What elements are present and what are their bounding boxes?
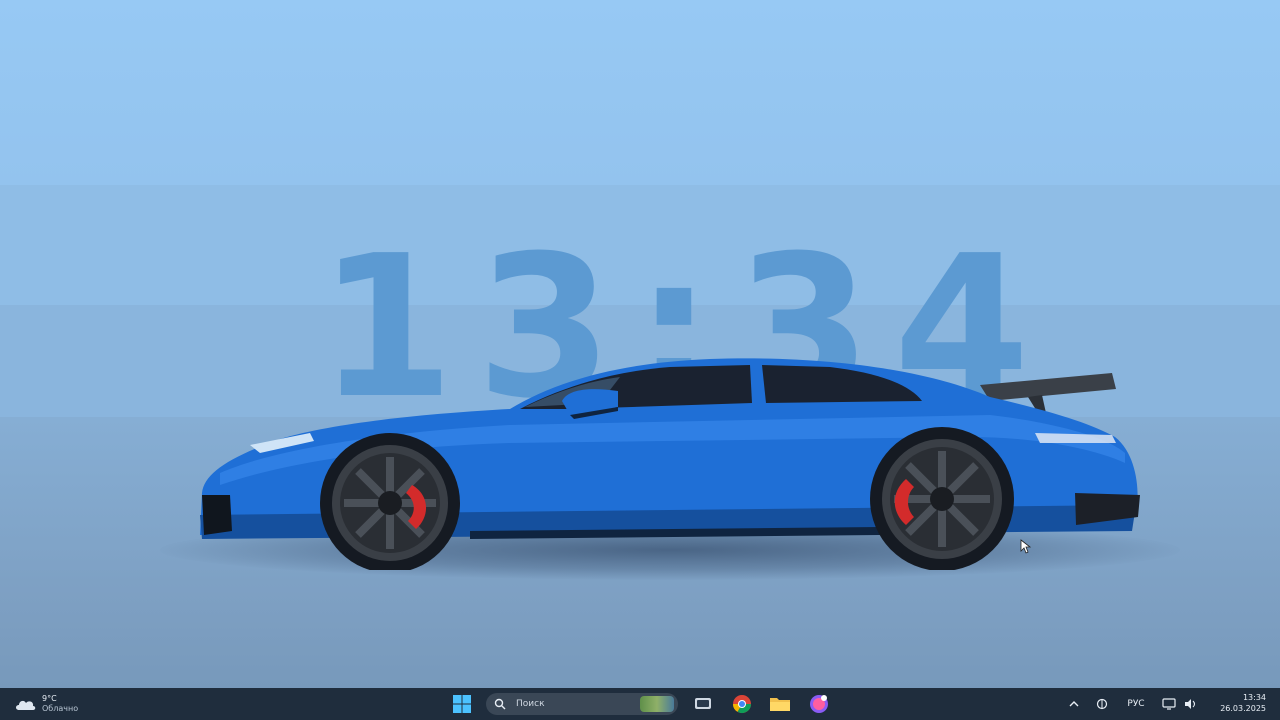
start-button[interactable] [451,693,473,715]
messenger-button[interactable] [807,693,831,715]
windows-logo-icon [453,695,471,713]
taskbar-search-box[interactable]: Поиск [486,693,678,715]
mouse-cursor-icon [1020,539,1032,554]
sports-car-image [200,358,1140,570]
folder-icon [770,698,790,711]
file-explorer-button[interactable] [768,693,792,715]
chevron-up-icon [1069,701,1079,707]
chrome-icon [733,695,751,714]
search-icon [494,697,508,711]
task-view-icon [695,698,711,709]
display-button[interactable] [1160,696,1178,712]
taskbar-clock[interactable]: 13:34 26.03.2025 [1206,692,1266,714]
volume-icon [1185,699,1196,709]
display-icon [1162,698,1176,710]
search-highlight-image [640,696,674,712]
weather-condition: Облачно [42,704,79,713]
wallpaper-sky-band [0,0,1280,185]
task-view-button[interactable] [691,693,715,715]
network-button[interactable] [1094,696,1110,712]
network-icon [1096,698,1108,710]
weather-widget[interactable]: 9°C Облачно [14,692,78,716]
language-indicator[interactable]: РУС [1122,696,1150,712]
taskbar: 9°C Облачно Поиск РУС 13:34 26.03.2025 [0,688,1280,720]
messenger-icon [810,695,828,713]
tray-overflow-button[interactable] [1066,696,1082,712]
weather-temperature: 9°C [42,694,57,703]
volume-button[interactable] [1182,696,1200,712]
search-placeholder: Поиск [516,699,545,709]
cloud-icon [16,700,36,710]
clock-date: 26.03.2025 [1220,704,1266,713]
chrome-button[interactable] [730,693,754,715]
clock-time: 13:34 [1242,693,1266,702]
desktop-wallpaper: 13:34 [0,0,1280,688]
